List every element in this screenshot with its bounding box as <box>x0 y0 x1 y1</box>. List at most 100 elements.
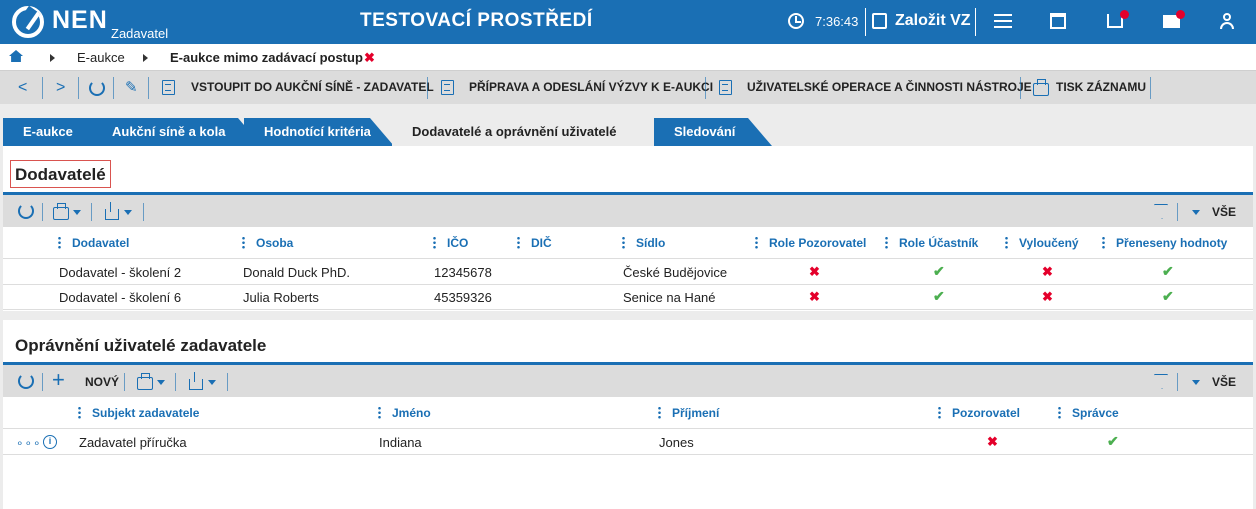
print-icon[interactable] <box>53 203 69 220</box>
tab-aukcni-sine[interactable]: Aukční síně a kola <box>92 118 262 146</box>
divider <box>91 203 92 221</box>
divider <box>78 77 79 99</box>
divider <box>42 373 43 391</box>
chevron-down-icon[interactable] <box>1192 380 1200 385</box>
col-role-pozorovatel[interactable]: Role Pozorovatel <box>769 236 866 250</box>
table-row[interactable]: ∘∘∘ i Zadavatel příručka Indiana Jones ✖… <box>3 430 1253 455</box>
column-menu-icon[interactable] <box>1005 236 1008 249</box>
divider <box>148 77 149 99</box>
refresh-icon[interactable] <box>89 80 105 96</box>
suppliers-panel: Dodavatelé VŠE Dodavatel Osoba IČO DIČ S… <box>3 146 1253 311</box>
table-row[interactable]: Dodavatel - školení 2 Donald Duck PhD. 1… <box>3 260 1253 285</box>
top-bar: NEN Zadavatel TESTOVACÍ PROSTŘEDÍ 7:36:4… <box>0 0 1256 44</box>
col-prijmeni[interactable]: Příjmení <box>672 406 719 420</box>
column-menu-icon[interactable] <box>885 236 888 249</box>
cell-dodavatel: Dodavatel - školení 6 <box>59 290 182 305</box>
close-icon[interactable]: ✖ <box>364 50 375 66</box>
edit-icon[interactable]: ✎ <box>125 77 138 99</box>
col-jmeno[interactable]: Jméno <box>392 406 431 420</box>
column-menu-icon[interactable] <box>58 236 61 249</box>
cell-osoba: Julia Roberts <box>243 290 319 305</box>
menu-icon[interactable] <box>994 14 1012 28</box>
chevron-down-icon[interactable] <box>124 210 132 215</box>
prepare-call-button[interactable]: PŘÍPRAVA A ODESLÁNÍ VÝZVY K E-AUKCI <box>469 80 713 94</box>
export-icon[interactable] <box>105 202 119 220</box>
row-more-icon[interactable]: ∘∘∘ <box>16 436 42 450</box>
divider <box>227 373 228 391</box>
check-icon: ✔ <box>1162 288 1174 304</box>
logo-text[interactable]: NEN <box>52 6 108 35</box>
cell-osoba: Donald Duck PhD. <box>243 265 350 280</box>
col-osoba[interactable]: Osoba <box>256 236 293 250</box>
tab-dodavatele[interactable]: Dodavatelé a oprávnění uživatelé <box>392 118 654 146</box>
logo-subtitle: Zadavatel <box>111 26 169 41</box>
info-icon[interactable]: i <box>43 435 57 449</box>
print-record-button[interactable]: TISK ZÁZNAMU <box>1056 80 1146 94</box>
divider <box>1020 77 1021 99</box>
cell-ico: 12345678 <box>434 265 492 280</box>
column-menu-icon[interactable] <box>1058 406 1061 419</box>
table-row[interactable]: Dodavatel - školení 6 Julia Roberts 4535… <box>3 285 1253 310</box>
column-menu-icon[interactable] <box>622 236 625 249</box>
col-preneseny-hodnoty[interactable]: Přeneseny hodnoty <box>1116 236 1227 250</box>
col-role-ucastnik[interactable]: Role Účastník <box>899 236 978 250</box>
enter-auction-button[interactable]: VSTOUPIT DO AUKČNÍ SÍNĚ - ZADAVATEL <box>191 80 434 94</box>
filter-icon[interactable] <box>1154 374 1168 389</box>
document-icon <box>162 80 175 95</box>
document-icon <box>719 80 732 95</box>
view-all-selector[interactable]: VŠE <box>1212 205 1236 219</box>
calendar-icon[interactable] <box>1050 13 1066 29</box>
column-menu-icon[interactable] <box>1102 236 1105 249</box>
col-dodavatel[interactable]: Dodavatel <box>72 236 129 250</box>
session-time: 7:36:43 <box>815 14 859 29</box>
check-icon: ✔ <box>933 288 945 304</box>
chevron-down-icon[interactable] <box>1192 210 1200 215</box>
col-pozorovatel[interactable]: Pozorovatel <box>952 406 1020 420</box>
cell-sidlo: České Budějovice <box>623 265 728 280</box>
column-menu-icon[interactable] <box>378 406 381 419</box>
user-operations-button[interactable]: UŽIVATELSKÉ OPERACE A ČINNOSTI NÁSTROJE <box>747 80 1032 94</box>
breadcrumb-item-e-aukce[interactable]: E-aukce <box>77 50 125 65</box>
breadcrumb-separator-icon <box>143 54 148 62</box>
tab-sledovani[interactable]: Sledování <box>654 118 772 146</box>
print-icon[interactable] <box>137 373 153 390</box>
suppliers-title: Dodavatelé <box>15 165 106 184</box>
chevron-down-icon[interactable] <box>157 380 165 385</box>
create-icon[interactable] <box>872 13 887 29</box>
divider <box>1177 373 1178 391</box>
chevron-down-icon[interactable] <box>73 210 81 215</box>
column-menu-icon[interactable] <box>78 406 81 419</box>
column-menu-icon[interactable] <box>433 236 436 249</box>
divider <box>42 203 43 221</box>
column-menu-icon[interactable] <box>755 236 758 249</box>
nen-logo-icon[interactable] <box>12 6 44 38</box>
col-subjekt-zadavatele[interactable]: Subjekt zadavatele <box>92 406 199 420</box>
column-menu-icon[interactable] <box>517 236 520 249</box>
col-spravce[interactable]: Správce <box>1072 406 1119 420</box>
refresh-icon[interactable] <box>18 373 34 389</box>
column-menu-icon[interactable] <box>658 406 661 419</box>
clock-icon <box>788 13 804 29</box>
cell-subjekt: Zadavatel příručka <box>79 435 187 450</box>
user-icon[interactable] <box>1220 13 1234 29</box>
filter-icon[interactable] <box>1154 204 1168 219</box>
refresh-icon[interactable] <box>18 203 34 219</box>
create-vz-button[interactable]: Založit VZ <box>895 12 971 30</box>
add-icon[interactable]: + <box>52 369 65 391</box>
tab-hodnotici-kriteria[interactable]: Hodnotící kritéria <box>244 118 394 146</box>
cell-dodavatel: Dodavatel - školení 2 <box>59 265 182 280</box>
export-icon[interactable] <box>189 372 203 390</box>
col-sidlo[interactable]: Sídlo <box>636 236 665 250</box>
forward-icon[interactable]: > <box>56 77 65 99</box>
new-user-button[interactable]: NOVÝ <box>85 375 119 389</box>
back-icon[interactable]: < <box>18 77 27 99</box>
column-menu-icon[interactable] <box>938 406 941 419</box>
chevron-down-icon[interactable] <box>208 380 216 385</box>
column-menu-icon[interactable] <box>242 236 245 249</box>
col-ico[interactable]: IČO <box>447 236 468 250</box>
view-all-selector[interactable]: VŠE <box>1212 375 1236 389</box>
col-vylouceny[interactable]: Vyloučený <box>1019 236 1079 250</box>
col-dic[interactable]: DIČ <box>531 236 552 250</box>
cross-icon: ✖ <box>809 264 820 279</box>
users-title: Oprávnění uživatelé zadavatele <box>15 336 267 355</box>
